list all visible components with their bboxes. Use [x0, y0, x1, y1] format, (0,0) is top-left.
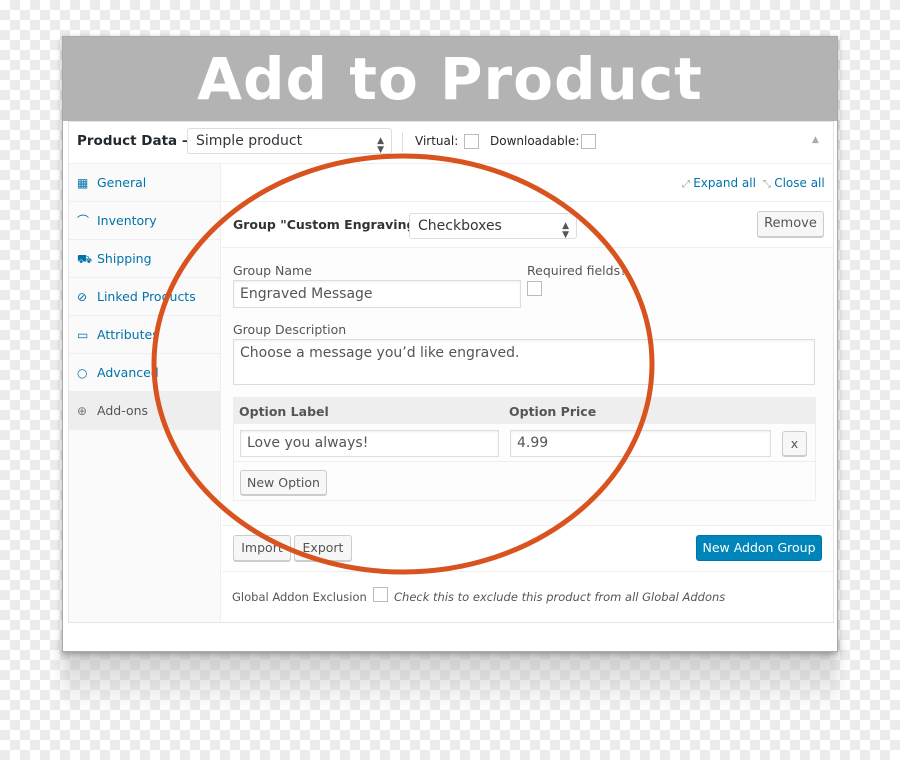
annotation-circle [151, 153, 655, 575]
annotation-ellipse [151, 153, 655, 575]
